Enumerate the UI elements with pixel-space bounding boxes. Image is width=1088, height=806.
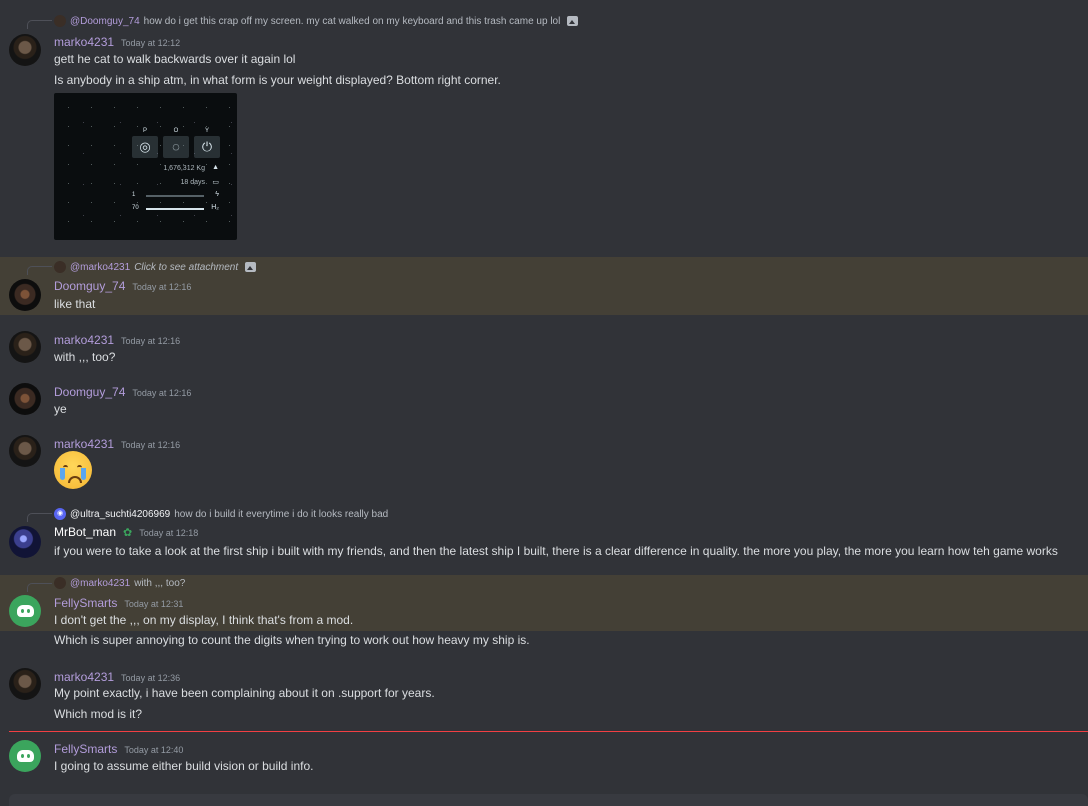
message-text: like that xyxy=(54,297,96,311)
reply-reference[interactable]: @marko4231 with ,,, too? xyxy=(54,575,185,591)
energy-icon: ϟ xyxy=(215,191,219,198)
message-highlighted: @marko4231 Click to see attachment Doomg… xyxy=(0,257,1088,315)
mass-icon: ▲ xyxy=(212,164,219,171)
reply-spine xyxy=(27,266,52,275)
hud-key-label: O xyxy=(173,128,179,134)
message-text: Is anybody in a ship atm, in what form i… xyxy=(54,73,501,87)
timestamp: Today at 12:16 xyxy=(132,282,192,292)
message: marko4231 Today at 12:16 with ,,, too? xyxy=(0,325,1088,375)
timestamp: Today at 12:12 xyxy=(121,38,181,48)
avatar[interactable] xyxy=(9,526,41,558)
username[interactable]: marko4231 xyxy=(54,670,114,684)
message: @Doomguy_74 how do i get this crap off m… xyxy=(0,0,1088,252)
hud-key-label: Y xyxy=(204,128,209,134)
reply-spine xyxy=(27,583,52,592)
message-composer[interactable] xyxy=(9,794,1088,806)
image-attachment[interactable]: P O Y ◎ ◌ ⏻ 1,676,312 Kg ▲ 18 days ▭ 1 ϟ… xyxy=(54,93,237,240)
avatar[interactable] xyxy=(9,435,41,467)
reply-text[interactable]: with ,,, too? xyxy=(134,578,185,589)
message-text: if you were to take a look at the first … xyxy=(54,544,1058,558)
reply-avatar xyxy=(54,15,66,27)
reply-avatar xyxy=(54,577,66,589)
reply-author[interactable]: @ultra_suchti4206969 xyxy=(70,509,170,520)
reply-author[interactable]: @Doomguy_74 xyxy=(70,16,140,27)
message: FellySmarts Today at 12:40 I going to as… xyxy=(0,734,1088,784)
username[interactable]: marko4231 xyxy=(54,35,114,49)
message-text: gett he cat to walk backwards over it ag… xyxy=(54,52,296,66)
message-text: Which is super annoying to count the dig… xyxy=(54,633,530,647)
hud-row-value: 70 xyxy=(132,205,139,211)
hydrogen-bar xyxy=(146,208,204,210)
timestamp: Today at 12:16 xyxy=(121,440,181,450)
message-text: I going to assume either build vision or… xyxy=(54,759,314,773)
reply-author[interactable]: @marko4231 xyxy=(70,578,130,589)
image-icon xyxy=(245,262,257,272)
message: ◉ @ultra_suchti4206969 how do i build it… xyxy=(0,503,1088,569)
reply-text[interactable]: how do i build it everytime i do it look… xyxy=(174,509,388,520)
username[interactable]: MrBot_man xyxy=(54,525,116,539)
avatar[interactable] xyxy=(9,668,41,700)
avatar[interactable] xyxy=(9,34,41,66)
reply-text[interactable]: Click to see attachment xyxy=(134,262,238,273)
username[interactable]: FellySmarts xyxy=(54,596,117,610)
timestamp: Today at 12:31 xyxy=(124,599,184,609)
avatar[interactable] xyxy=(9,383,41,415)
username[interactable]: Doomguy_74 xyxy=(54,279,125,293)
avatar[interactable] xyxy=(9,595,41,627)
avatar[interactable] xyxy=(9,331,41,363)
emoji-tear xyxy=(81,468,86,480)
emoji-mouth xyxy=(68,476,82,483)
message: marko4231 Today at 12:36 My point exactl… xyxy=(0,662,1088,724)
username[interactable]: Doomguy_74 xyxy=(54,385,125,399)
hud-row-value: 1 xyxy=(132,192,136,198)
message-text: ye xyxy=(54,402,67,416)
message: marko4231 Today at 12:16 xyxy=(0,429,1088,494)
avatar[interactable] xyxy=(9,740,41,772)
reply-reference[interactable]: @Doomguy_74 how do i get this crap off m… xyxy=(54,13,579,29)
new-messages-divider xyxy=(9,731,1088,732)
power-icon: ⏻ xyxy=(194,136,220,158)
broadcast-icon: ◌ xyxy=(163,136,189,158)
reply-reference[interactable]: ◉ @ultra_suchti4206969 how do i build it… xyxy=(54,506,388,522)
verified-badge-icon: ✿ xyxy=(123,527,133,539)
battery-days: 18 days xyxy=(180,179,205,186)
reply-spine xyxy=(27,20,52,29)
reply-spine xyxy=(27,513,52,522)
username[interactable]: marko4231 xyxy=(54,333,114,347)
message: Doomguy_74 Today at 12:16 ye xyxy=(0,377,1088,427)
reply-avatar xyxy=(54,261,66,273)
timestamp: Today at 12:16 xyxy=(132,388,192,398)
timestamp: Today at 12:40 xyxy=(124,745,184,755)
image-icon xyxy=(567,16,579,26)
reply-avatar: ◉ xyxy=(54,508,66,520)
energy-bar xyxy=(146,195,204,197)
dampeners-icon: ◎ xyxy=(132,136,158,158)
hydrogen-label: H₂ xyxy=(211,204,219,211)
discord-icon xyxy=(16,605,34,617)
timestamp: Today at 12:36 xyxy=(121,673,181,683)
hud-key-label: P xyxy=(142,128,147,134)
username[interactable]: marko4231 xyxy=(54,437,114,451)
message-highlighted: @marko4231 with ,,, too? FellySmarts Tod… xyxy=(0,575,1088,631)
reply-reference[interactable]: @marko4231 Click to see attachment xyxy=(54,259,257,275)
message-text: I don't get the ,,, on my display, I thi… xyxy=(54,613,354,627)
message-text: Which mod is it? xyxy=(54,707,143,721)
ship-mass: 1,676,312 Kg xyxy=(163,165,205,172)
reply-author[interactable]: @marko4231 xyxy=(70,262,130,273)
crying-face-emoji[interactable] xyxy=(54,451,92,489)
avatar[interactable] xyxy=(9,279,41,311)
ship-hud: P O Y ◎ ◌ ⏻ 1,676,312 Kg ▲ 18 days ▭ 1 ϟ… xyxy=(132,128,227,218)
timestamp: Today at 12:16 xyxy=(121,336,181,346)
emoji-tear xyxy=(60,468,65,480)
message-text: with ,,, too? xyxy=(54,350,116,364)
battery-icon: ▭ xyxy=(212,179,219,186)
discord-icon xyxy=(16,750,34,762)
reply-text[interactable]: how do i get this crap off my screen. my… xyxy=(144,16,561,27)
username[interactable]: FellySmarts xyxy=(54,742,117,756)
timestamp: Today at 12:18 xyxy=(139,528,199,538)
message-text: My point exactly, i have been complainin… xyxy=(54,686,435,700)
